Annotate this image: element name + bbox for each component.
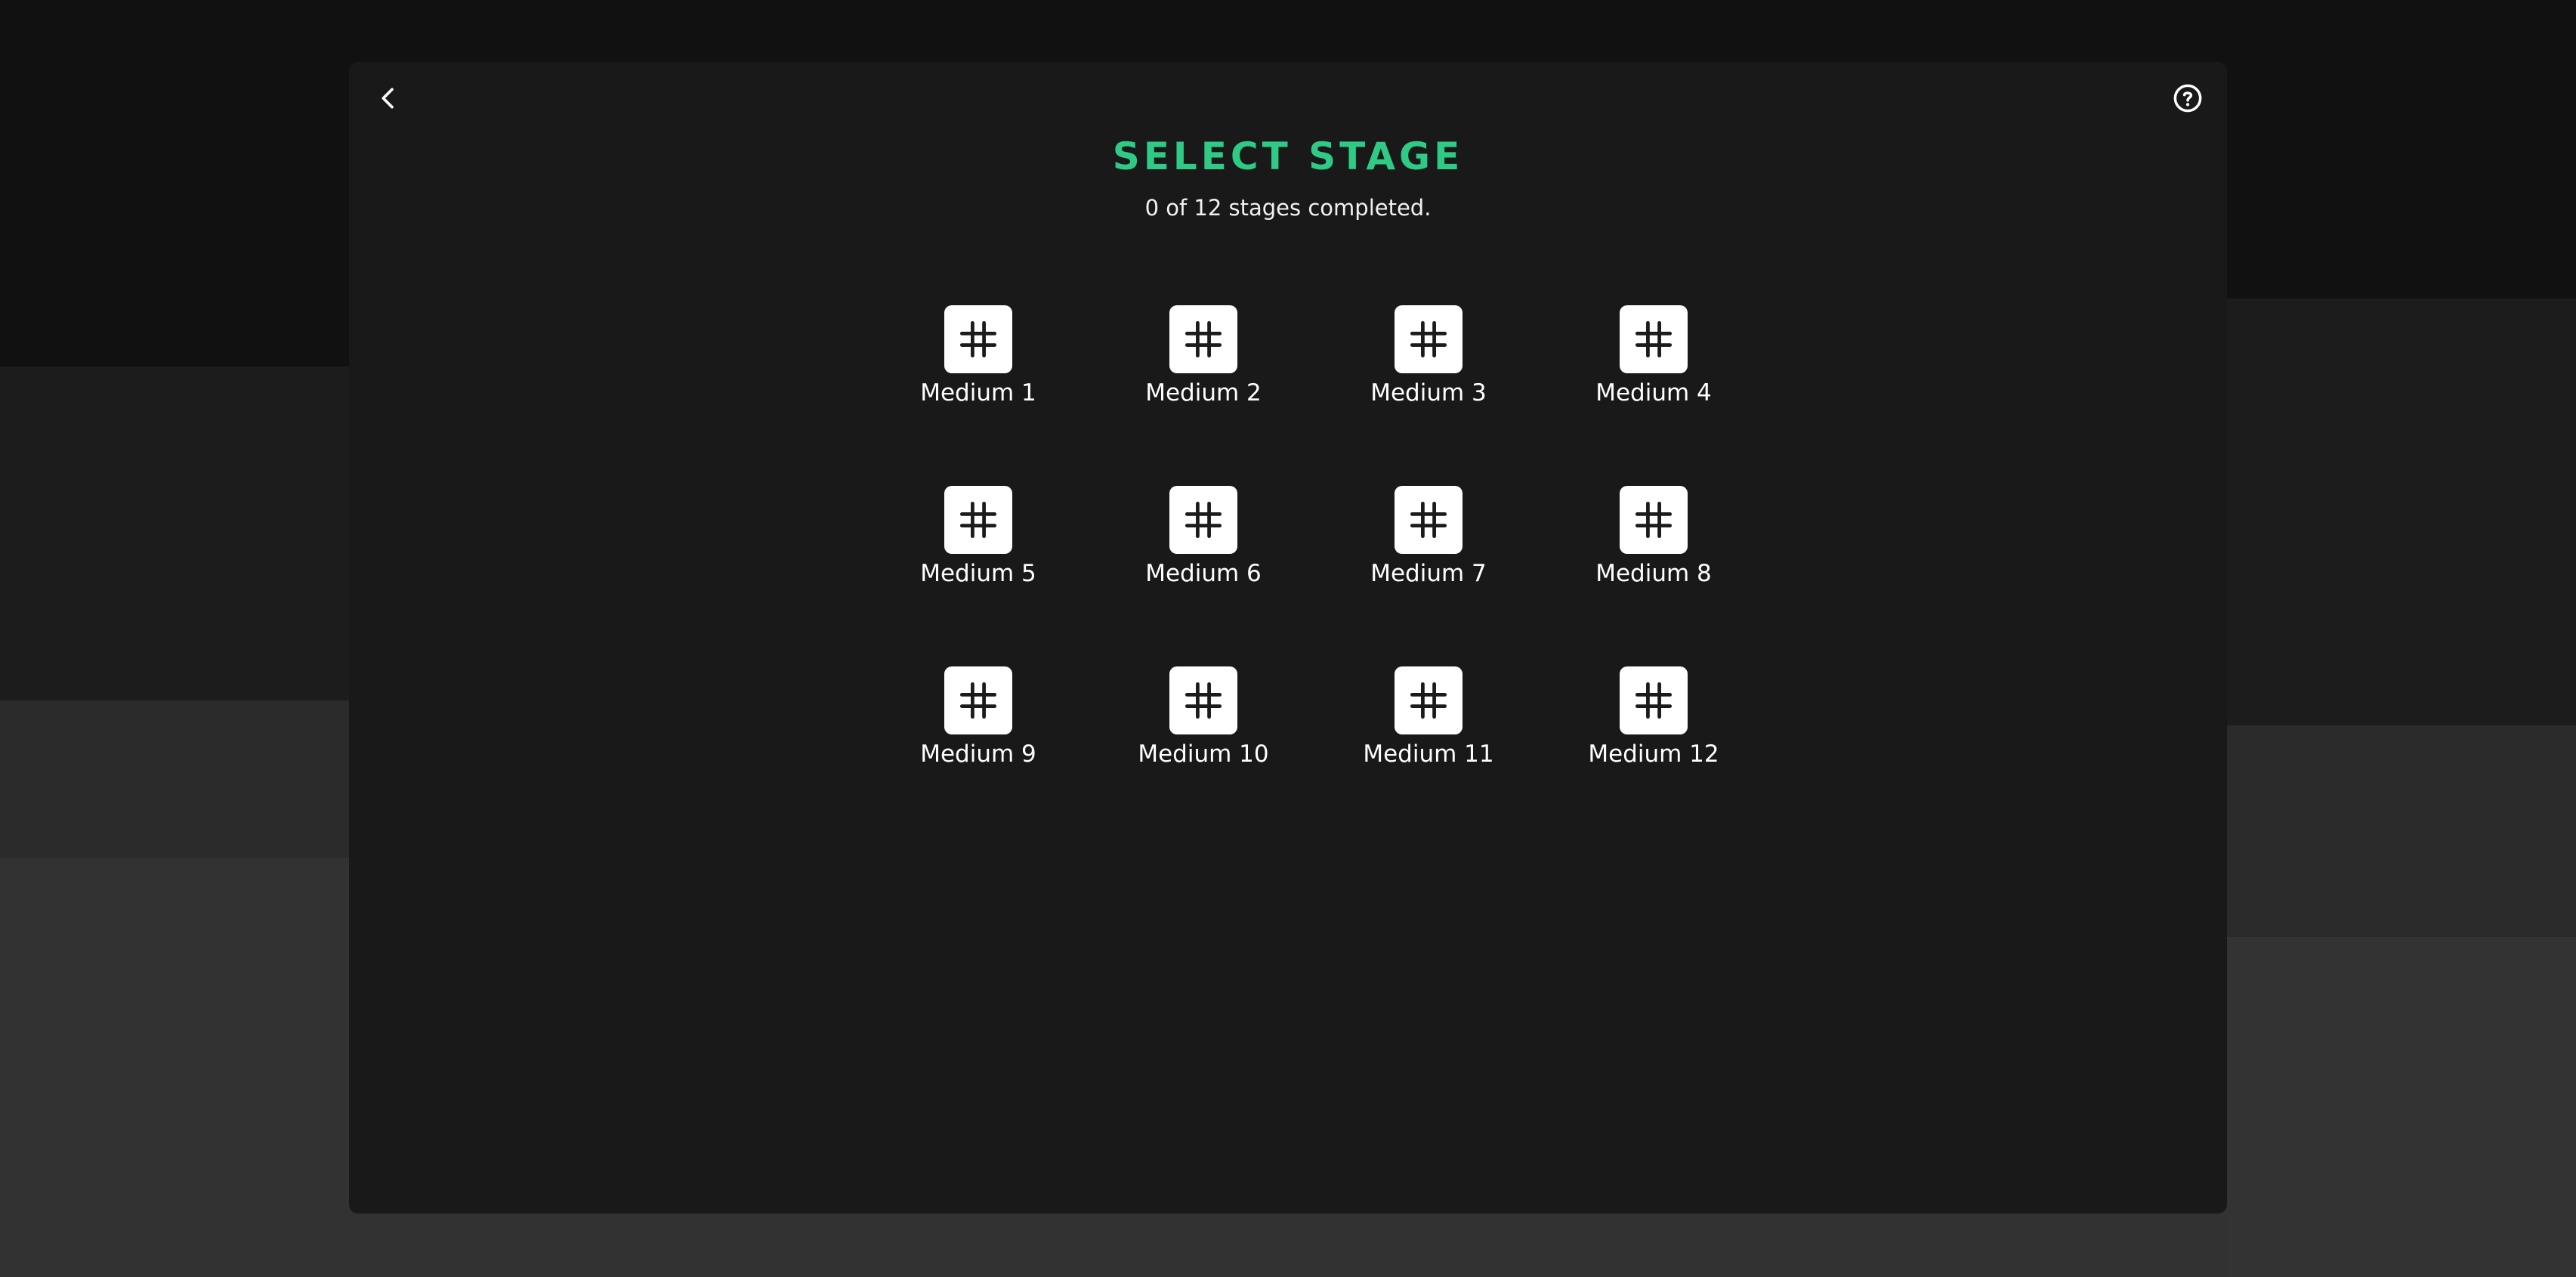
stage-tile (1169, 305, 1237, 373)
stage-button[interactable]: Medium 6 (1091, 486, 1316, 666)
help-button[interactable] (2164, 74, 2212, 122)
stage-button[interactable]: Medium 8 (1541, 486, 1766, 666)
grid-hash-icon (1635, 682, 1673, 719)
grid-hash-icon (1185, 320, 1222, 358)
stage-tile (1395, 486, 1463, 554)
stage-button[interactable]: Medium 11 (1316, 666, 1541, 847)
stage-label: Medium 10 (1138, 741, 1269, 768)
progress-text: 0 of 12 stages completed. (1144, 195, 1432, 221)
grid-hash-icon (959, 501, 997, 539)
stage-label: Medium 12 (1588, 741, 1719, 768)
background-band (2227, 0, 2576, 298)
stage-label: Medium 8 (1595, 560, 1712, 587)
chevron-left-icon (381, 88, 394, 109)
stage-label: Medium 4 (1595, 379, 1712, 407)
grid-hash-icon (959, 682, 997, 719)
stage-label: Medium 1 (920, 379, 1036, 407)
stage-label: Medium 7 (1370, 560, 1487, 587)
question-circle-icon (2173, 84, 2202, 113)
stage-label: Medium 2 (1145, 379, 1262, 407)
grid-hash-icon (1410, 682, 1447, 719)
stage-button[interactable]: Medium 9 (866, 666, 1091, 847)
stage-tile (1620, 486, 1688, 554)
stage-button[interactable]: Medium 12 (1541, 666, 1766, 847)
stage-button[interactable]: Medium 4 (1541, 305, 1766, 486)
stage-button[interactable]: Medium 5 (866, 486, 1091, 666)
stage-label: Medium 11 (1363, 741, 1494, 768)
stage-grid: Medium 1 Medium 2 Medium 3 Medium 4 Medi… (866, 305, 1772, 847)
page-title: SELECT STAGE (1112, 135, 1464, 178)
stage-tile (1620, 305, 1688, 373)
grid-hash-icon (1410, 501, 1447, 539)
stage-tile (1395, 666, 1463, 734)
stage-label: Medium 9 (920, 741, 1036, 768)
stage-select-panel: SELECT STAGE 0 of 12 stages completed. M… (349, 62, 2227, 1214)
stage-tile (944, 666, 1012, 734)
stage-tile (1395, 305, 1463, 373)
stage-button[interactable]: Medium 10 (1091, 666, 1316, 847)
background-band (2227, 725, 2576, 937)
back-button[interactable] (364, 74, 412, 122)
background-band (2227, 298, 2576, 725)
stage-label: Medium 6 (1145, 560, 1262, 587)
stage-label: Medium 3 (1370, 379, 1487, 407)
grid-hash-icon (1185, 682, 1222, 719)
grid-hash-icon (1635, 320, 1673, 358)
grid-hash-icon (959, 320, 997, 358)
stage-tile (1169, 666, 1237, 734)
stage-tile (1169, 486, 1237, 554)
stage-tile (1620, 666, 1688, 734)
grid-hash-icon (1185, 501, 1222, 539)
stage-tile (944, 486, 1012, 554)
stage-tile (944, 305, 1012, 373)
stage-button[interactable]: Medium 3 (1316, 305, 1541, 486)
stage-label: Medium 5 (920, 560, 1036, 587)
stage-button[interactable]: Medium 2 (1091, 305, 1316, 486)
stage-button[interactable]: Medium 1 (866, 305, 1091, 486)
grid-hash-icon (1410, 320, 1447, 358)
background-band (2227, 937, 2576, 1277)
grid-hash-icon (1635, 501, 1673, 539)
stage-button[interactable]: Medium 7 (1316, 486, 1541, 666)
